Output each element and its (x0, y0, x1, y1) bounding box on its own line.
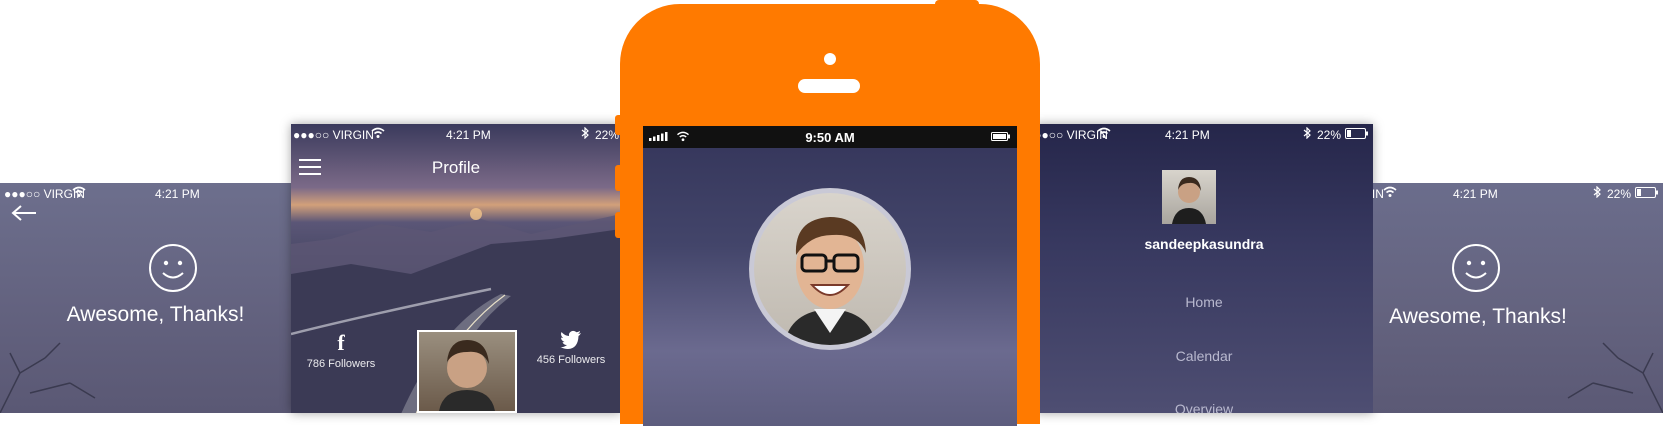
page-title: Profile (431, 158, 481, 177)
menu-item-home[interactable]: Home (1035, 294, 1373, 310)
clock: 4:21 PM (1165, 128, 1210, 142)
bluetooth-icon (1593, 186, 1601, 198)
thanks-message: Awesome, Thanks! (1389, 305, 1567, 328)
menu-item-overview[interactable]: Overview (1035, 401, 1373, 413)
tree-silhouette (0, 342, 96, 413)
status-bar: ●●●○○ VIRGIN 4:21 PM 22% (1373, 183, 1663, 205)
avatar (417, 330, 517, 413)
smiley-icon (1451, 243, 1501, 293)
thanks-message: Awesome, Thanks! (66, 303, 245, 326)
status-bar: 9:50 AM (643, 126, 1017, 148)
battery-icon (991, 132, 1011, 141)
status-bar: ●●●○○ VIRGIN 4:21 PM 22% (291, 124, 621, 146)
phone-camera (824, 53, 836, 65)
back-arrow-icon[interactable] (10, 203, 38, 223)
tree-silhouette (1567, 342, 1663, 413)
bluetooth-icon (581, 127, 589, 139)
wifi-icon (371, 127, 385, 139)
wifi-icon (1383, 186, 1397, 198)
twitter-stat[interactable]: 456 Followers (519, 330, 621, 366)
battery-icon (1345, 128, 1369, 139)
facebook-icon: f (337, 330, 345, 355)
clock: 4:21 PM (155, 187, 200, 201)
menu-screen: ●●●○○ VIRGIN 4:21 PM 22% sandeepkasundra… (1035, 124, 1373, 413)
twitter-followers: 456 Followers (536, 354, 606, 366)
phone-screen: 9:50 AM (643, 126, 1017, 426)
bluetooth-icon (1303, 127, 1311, 139)
carrier-label: ●●●○○ VIRGIN (293, 128, 374, 142)
profile-avatar (749, 188, 911, 350)
avatar (1162, 170, 1216, 224)
profile-screen: ●●●○○ VIRGIN 4:21 PM 22% Profile f 786 F… (291, 124, 621, 413)
wifi-icon (72, 186, 86, 198)
wifi-icon (1097, 127, 1111, 139)
facebook-followers: 786 Followers (306, 358, 376, 370)
thanks-screen-left: ●●●○○ VIRGIN 4:21 PM Awesome, Thanks! (0, 183, 291, 413)
username: sandeepkasundra (1144, 236, 1264, 252)
smiley-icon (148, 243, 198, 293)
battery-icon (1635, 187, 1659, 198)
phone-frame: 9:50 AM (620, 4, 1040, 426)
battery-label: 22% (1607, 187, 1632, 201)
menu-item-calendar[interactable]: Calendar (1035, 348, 1373, 364)
facebook-stat[interactable]: f 786 Followers (291, 330, 391, 370)
battery-label: 22% (1317, 128, 1342, 142)
phone-speaker (798, 79, 860, 93)
status-bar: ●●●○○ VIRGIN 4:21 PM 22% (1035, 124, 1373, 146)
thanks-screen-right: ●●●○○ VIRGIN 4:21 PM 22% Awesome, Thanks… (1373, 183, 1663, 413)
clock: 9:50 AM (805, 130, 855, 145)
status-bar: ●●●○○ VIRGIN 4:21 PM (0, 183, 291, 205)
clock: 4:21 PM (446, 128, 491, 142)
clock: 4:21 PM (1453, 187, 1498, 201)
twitter-icon (519, 330, 621, 350)
